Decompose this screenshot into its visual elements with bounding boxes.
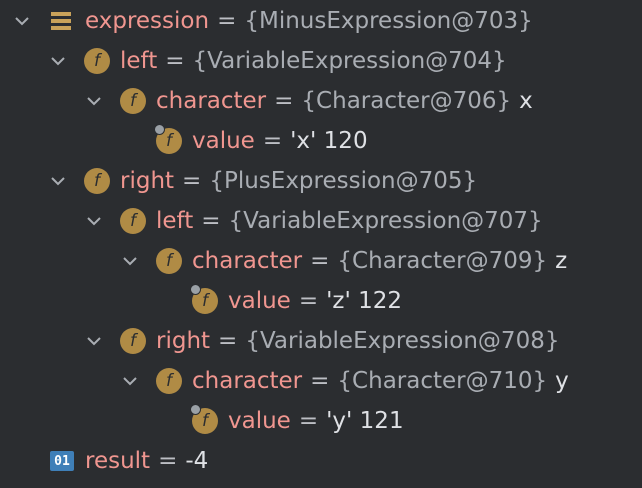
- pin-icon: [190, 404, 201, 415]
- tree-node-value[interactable]: f value = 'x' 120: [0, 121, 642, 161]
- equals-sign: =: [298, 288, 319, 314]
- tree-node-right[interactable]: f right = {VariableExpression@708}: [0, 321, 642, 361]
- field-icon: f: [120, 88, 146, 114]
- var-name: left: [120, 48, 158, 74]
- equals-sign: =: [201, 208, 221, 234]
- equals-sign: =: [298, 408, 319, 434]
- chevron-down-icon[interactable]: [84, 91, 104, 111]
- primitive-icon: 01: [50, 451, 74, 471]
- var-value: 'x' 120: [290, 128, 368, 154]
- field-icon: f: [120, 208, 146, 234]
- var-value: {MinusExpression@703}: [244, 8, 533, 34]
- var-value: {Character@709}: [337, 248, 548, 274]
- chevron-down-icon[interactable]: [120, 371, 140, 391]
- final-field-icon: f: [190, 404, 220, 434]
- var-name: right: [156, 328, 211, 354]
- tree-node-left[interactable]: f left = {VariableExpression@704}: [0, 41, 642, 81]
- tree-node-left[interactable]: f left = {VariableExpression@707}: [0, 201, 642, 241]
- equals-sign: =: [218, 328, 238, 354]
- pin-icon: [190, 284, 201, 295]
- chevron-down-icon[interactable]: [120, 251, 140, 271]
- var-value: {VariableExpression@707}: [228, 208, 543, 234]
- var-value: {Character@710}: [337, 368, 548, 394]
- pin-icon: [154, 124, 165, 135]
- chevron-down-icon[interactable]: [12, 11, 32, 31]
- var-name: value: [228, 288, 291, 314]
- debugger-variables-tree: expression = {MinusExpression@703} f lef…: [0, 0, 642, 488]
- var-name: right: [120, 168, 175, 194]
- var-name: result: [85, 448, 151, 474]
- field-icon: f: [84, 48, 110, 74]
- tree-node-right[interactable]: f right = {PlusExpression@705}: [0, 161, 642, 201]
- tree-node-character[interactable]: f character = {Character@709} z: [0, 241, 642, 281]
- field-icon: f: [156, 368, 182, 394]
- var-name: value: [192, 128, 255, 154]
- final-field-icon: f: [154, 124, 184, 154]
- var-display: x: [519, 88, 533, 114]
- object-stack-icon: [50, 10, 72, 32]
- var-name: character: [192, 368, 303, 394]
- tree-node-result[interactable]: 01 result = -4: [0, 441, 642, 481]
- var-name: character: [192, 248, 303, 274]
- var-value: 'y' 121: [326, 408, 404, 434]
- equals-sign: =: [158, 448, 178, 474]
- equals-sign: =: [182, 168, 202, 194]
- field-icon: f: [156, 248, 182, 274]
- equals-sign: =: [310, 368, 330, 394]
- var-name: expression: [85, 8, 210, 34]
- equals-sign: =: [217, 8, 237, 34]
- var-value: {PlusExpression@705}: [209, 168, 478, 194]
- var-name: value: [228, 408, 291, 434]
- field-icon: f: [84, 168, 110, 194]
- var-display: z: [555, 248, 568, 274]
- var-display: y: [555, 368, 569, 394]
- tree-node-character[interactable]: f character = {Character@706} x: [0, 81, 642, 121]
- var-name: character: [156, 88, 267, 114]
- var-value: {VariableExpression@708}: [245, 328, 560, 354]
- chevron-down-icon[interactable]: [84, 331, 104, 351]
- var-value: -4: [185, 448, 209, 474]
- tree-node-value[interactable]: f value = 'z' 122: [0, 281, 642, 321]
- final-field-icon: f: [190, 284, 220, 314]
- chevron-down-icon[interactable]: [84, 211, 104, 231]
- tree-node-expression[interactable]: expression = {MinusExpression@703}: [0, 1, 642, 41]
- equals-sign: =: [274, 88, 294, 114]
- var-name: left: [156, 208, 194, 234]
- tree-node-character[interactable]: f character = {Character@710} y: [0, 361, 642, 401]
- field-icon: f: [120, 328, 146, 354]
- var-value: 'z' 122: [326, 288, 403, 314]
- var-value: {VariableExpression@704}: [192, 48, 507, 74]
- equals-sign: =: [310, 248, 330, 274]
- chevron-down-icon[interactable]: [48, 171, 68, 191]
- var-value: {Character@706}: [301, 88, 512, 114]
- chevron-down-icon[interactable]: [48, 51, 68, 71]
- equals-sign: =: [165, 48, 185, 74]
- tree-node-value[interactable]: f value = 'y' 121: [0, 401, 642, 441]
- equals-sign: =: [262, 128, 283, 154]
